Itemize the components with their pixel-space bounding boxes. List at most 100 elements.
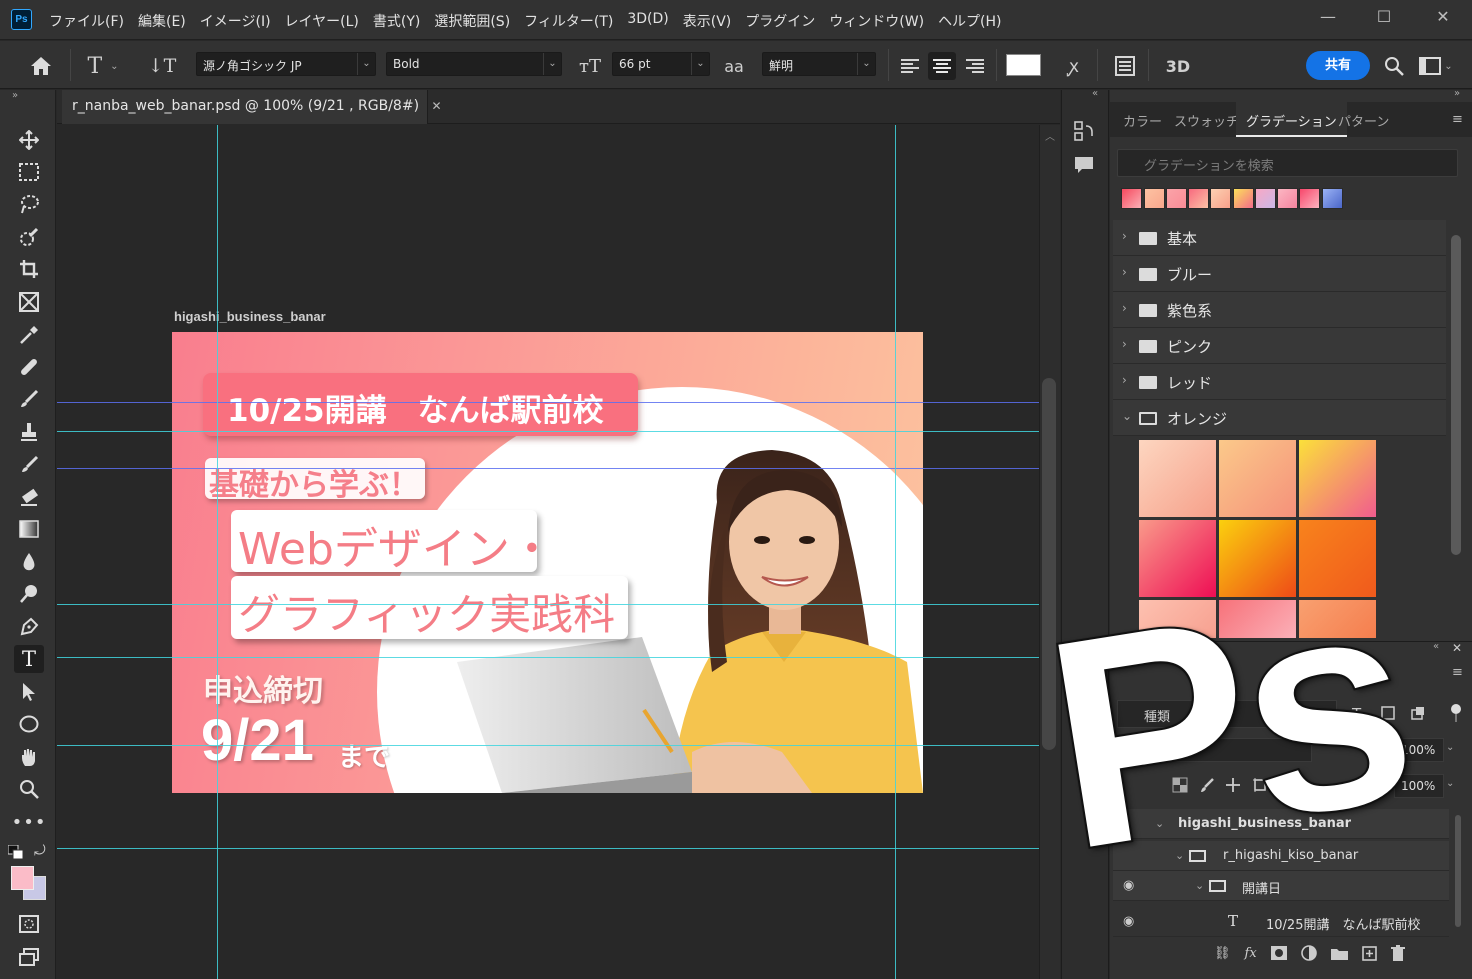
gradient-swatch[interactable] [1210,188,1231,209]
menu-window[interactable]: ウィンドウ(W) [829,11,924,31]
chevron-down-icon[interactable]: ⌄ [1446,778,1454,789]
guide-line[interactable] [57,604,1039,605]
lasso-tool-icon[interactable] [14,190,44,218]
close-tab-icon[interactable]: ✕ [431,99,441,113]
font-style-select[interactable]: Bold ⌄ [386,52,562,76]
expand-dock-icon[interactable]: « [1092,88,1098,99]
dodge-tool-icon[interactable] [14,580,44,608]
menu-filter[interactable]: フィルター(T) [524,11,613,31]
type-tool-icon[interactable]: T [14,645,44,673]
eyedropper-tool-icon[interactable] [14,321,44,349]
gradient-tile[interactable] [1219,440,1296,517]
frame-tool-icon[interactable] [14,288,44,316]
document-tab[interactable]: r_nanba_web_banar.psd @ 100% (9/21 , RGB… [62,90,442,124]
home-icon[interactable] [27,52,55,80]
banner-course-line2[interactable]: グラフィック実践科 [238,581,615,642]
layers-menu-icon[interactable]: ≡ [1452,665,1463,680]
screen-mode-icon[interactable] [14,943,44,971]
hand-tool-icon[interactable] [14,743,44,771]
quick-select-tool-icon[interactable] [14,223,44,251]
align-left-icon[interactable] [896,52,924,80]
more-tools-icon[interactable]: ••• [12,808,46,836]
guide-line[interactable] [57,745,1039,746]
banner-deadline-label[interactable]: 申込締切 [203,666,323,710]
align-right-icon[interactable] [961,52,989,80]
visibility-eye-icon[interactable]: ◉ [1123,914,1134,929]
guide-line[interactable] [57,657,1039,658]
character-panel-icon[interactable] [1111,52,1139,80]
minimize-icon[interactable]: — [1308,6,1348,30]
scroll-up-icon[interactable]: ︿ [1045,128,1055,143]
filter-smart-object-icon[interactable] [1410,705,1426,721]
pen-tool-icon[interactable] [14,613,44,641]
menu-edit[interactable]: 編集(E) [138,11,186,31]
gradient-folder-basic[interactable]: › 基本 [1113,220,1446,256]
add-mask-icon[interactable] [1270,946,1287,960]
gradient-folder-pink[interactable]: › ピンク [1113,328,1446,364]
photoshop-logo-icon[interactable]: Ps [11,9,32,30]
gradient-swatch[interactable] [1299,188,1320,209]
layer-style-icon[interactable]: fx [1245,946,1257,961]
gradient-swatch[interactable] [1322,188,1343,209]
search-icon[interactable] [1380,52,1408,80]
align-center-icon[interactable] [928,52,956,80]
collapse-layers-icon[interactable]: « [1433,641,1439,652]
history-panel-icon[interactable] [1073,120,1095,142]
gradient-swatch[interactable] [1277,188,1298,209]
banner-title[interactable]: 10/25開講 なんば駅前校 [227,385,604,430]
tab-patterns[interactable]: パターン [1328,102,1399,137]
gradient-swatch[interactable] [1188,188,1209,209]
filter-toggle[interactable] [1450,703,1462,723]
workspace-icon[interactable]: ⌄ [1416,52,1456,80]
layers-scrollbar[interactable] [1455,815,1461,927]
menu-view[interactable]: 表示(V) [683,11,732,31]
ellipse-tool-icon[interactable] [14,710,44,738]
gradient-swatch[interactable] [1255,188,1276,209]
move-tool-icon[interactable] [14,126,44,154]
menu-file[interactable]: ファイル(F) [49,11,124,31]
artboard-label[interactable]: higashi_business_banar [174,309,326,324]
collapse-panels-icon[interactable]: » [1454,88,1460,99]
close-window-icon[interactable]: ✕ [1423,6,1463,30]
gradient-tile[interactable] [1299,440,1376,517]
gradient-tile[interactable] [1139,440,1216,517]
menu-help[interactable]: ヘルプ(H) [938,11,1001,31]
gradient-swatch[interactable] [1144,188,1165,209]
delete-layer-icon[interactable] [1390,945,1405,961]
new-group-icon[interactable] [1330,947,1348,960]
clone-stamp-tool-icon[interactable] [14,418,44,446]
menu-select[interactable]: 選択範囲(S) [434,11,510,31]
font-family-select[interactable]: 源ノ角ゴシック JP ⌄ [196,52,376,76]
blur-tool-icon[interactable] [14,548,44,576]
antialias-select[interactable]: 鮮明 ⌄ [762,52,876,76]
gradient-swatch[interactable] [1166,188,1187,209]
text-color-swatch[interactable] [1006,54,1041,76]
gradient-folder-orange[interactable]: ⌄ オレンジ [1113,400,1446,436]
banner-deadline-suffix[interactable]: まで [338,737,390,774]
crop-tool-icon[interactable] [14,255,44,283]
healing-brush-tool-icon[interactable] [14,353,44,381]
menu-layer[interactable]: レイヤー(L) [285,11,359,31]
swap-colors-icon[interactable]: ⤾ [34,843,46,859]
type-tool-preset-icon[interactable]: T ⌄ [80,52,126,80]
warp-text-icon[interactable]: ꭙ [1060,52,1088,80]
layer-row[interactable]: ◉ T 10/25開講 なんば駅前校 [1113,907,1449,937]
text-orientation-icon[interactable]: ↓T [148,52,177,80]
banner-subtitle[interactable]: 基礎から学ぶ！ [209,460,419,504]
gradient-tool-icon[interactable] [14,515,44,543]
gradient-swatch[interactable] [1233,188,1254,209]
banner-course-line1[interactable]: Webデザイン・ [238,513,554,577]
close-panel-icon[interactable]: ✕ [1452,641,1462,655]
font-size-select[interactable]: 66 pt ⌄ [612,52,710,76]
menu-plugins[interactable]: プラグイン [745,11,815,31]
guide-line[interactable] [217,125,218,979]
collapse-toolbar-icon[interactable]: » [12,90,18,101]
path-selection-tool-icon[interactable] [14,678,44,706]
guide-line[interactable] [895,125,896,979]
menu-3d[interactable]: 3D(D) [627,11,668,31]
foreground-color-swatch[interactable] [11,866,34,890]
maximize-icon[interactable]: ☐ [1364,6,1404,30]
marquee-tool-icon[interactable] [14,158,44,186]
guide-line[interactable] [57,431,1039,432]
guide-line[interactable] [57,468,1039,469]
